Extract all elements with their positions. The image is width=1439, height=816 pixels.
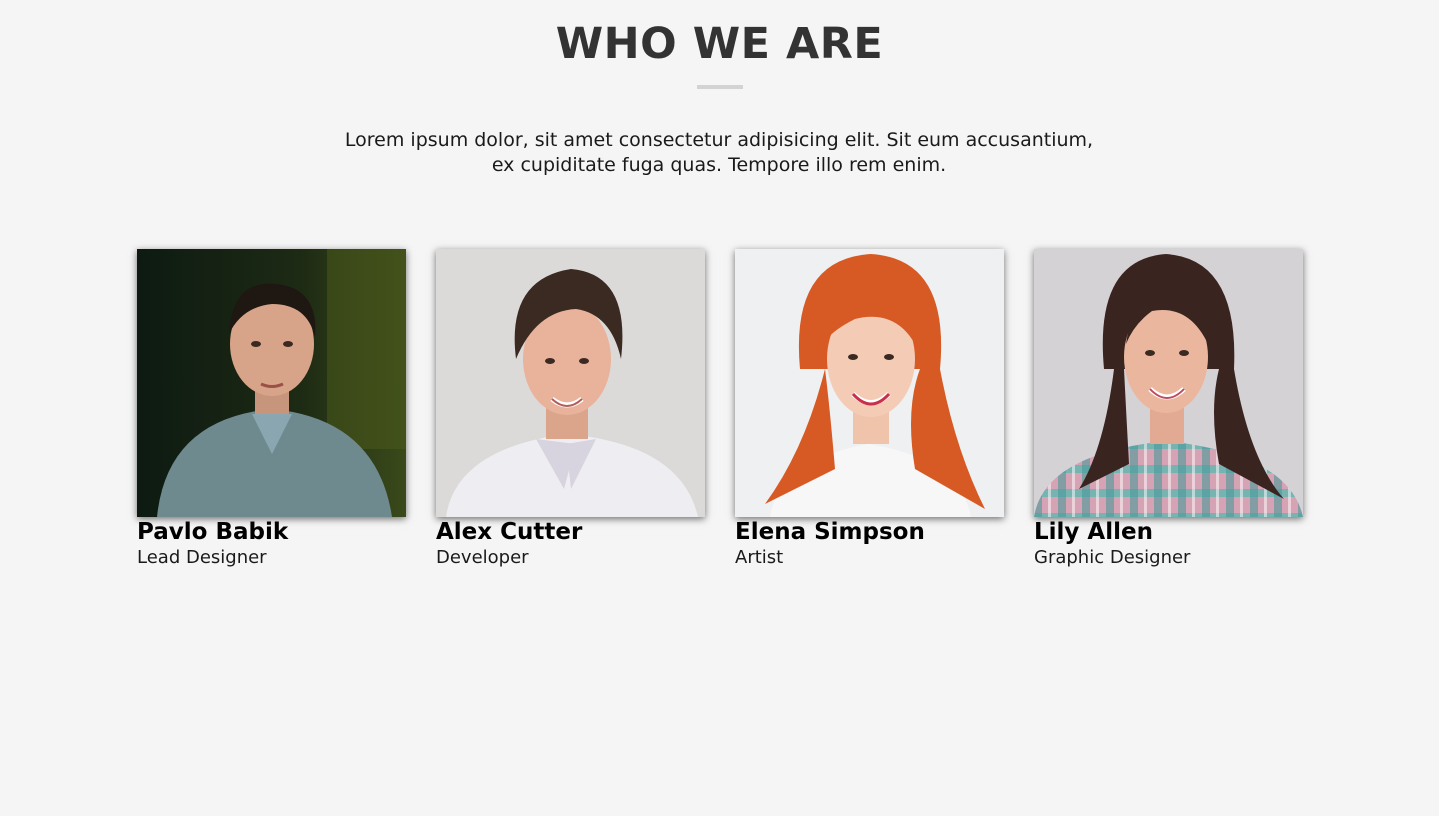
team-member-card: Alex Cutter Developer: [436, 249, 705, 570]
portrait-photo: [735, 249, 1004, 517]
intro-line-2: ex cupiditate fuga quas. Tempore illo re…: [491, 154, 947, 176]
member-role: Artist: [735, 547, 784, 568]
member-name: Lily Allen: [1034, 519, 1153, 545]
who-we-are-section: WHO WE ARE Lorem ipsum dolor, sit amet c…: [0, 0, 1439, 816]
team-member-card: Pavlo Babik Lead Designer: [137, 249, 406, 570]
team-member-card: Lily Allen Graphic Designer: [1034, 249, 1303, 570]
portrait-photo: [436, 249, 705, 517]
member-photo: [137, 249, 406, 517]
member-role: Lead Designer: [137, 547, 267, 568]
team-member-card: Elena Simpson Artist: [735, 249, 1004, 570]
team-grid: Pavlo Babik Lead Designer Alex Cutter De…: [137, 249, 1303, 570]
portrait-photo: [1034, 249, 1303, 517]
member-role: Developer: [436, 547, 529, 568]
member-photo: [735, 249, 1004, 517]
member-name: Elena Simpson: [735, 519, 925, 545]
intro-line-1: Lorem ipsum dolor, sit amet consectetur …: [344, 129, 1094, 151]
member-photo: [1034, 249, 1303, 517]
title-divider: [697, 85, 743, 89]
portrait-photo: [137, 249, 406, 517]
intro-text: Lorem ipsum dolor, sit amet consectetur …: [319, 128, 1119, 178]
member-name: Pavlo Babik: [137, 519, 289, 545]
section-title: WHO WE ARE: [555, 19, 884, 69]
member-name: Alex Cutter: [436, 519, 583, 545]
member-photo: [436, 249, 705, 517]
member-role: Graphic Designer: [1034, 547, 1191, 568]
